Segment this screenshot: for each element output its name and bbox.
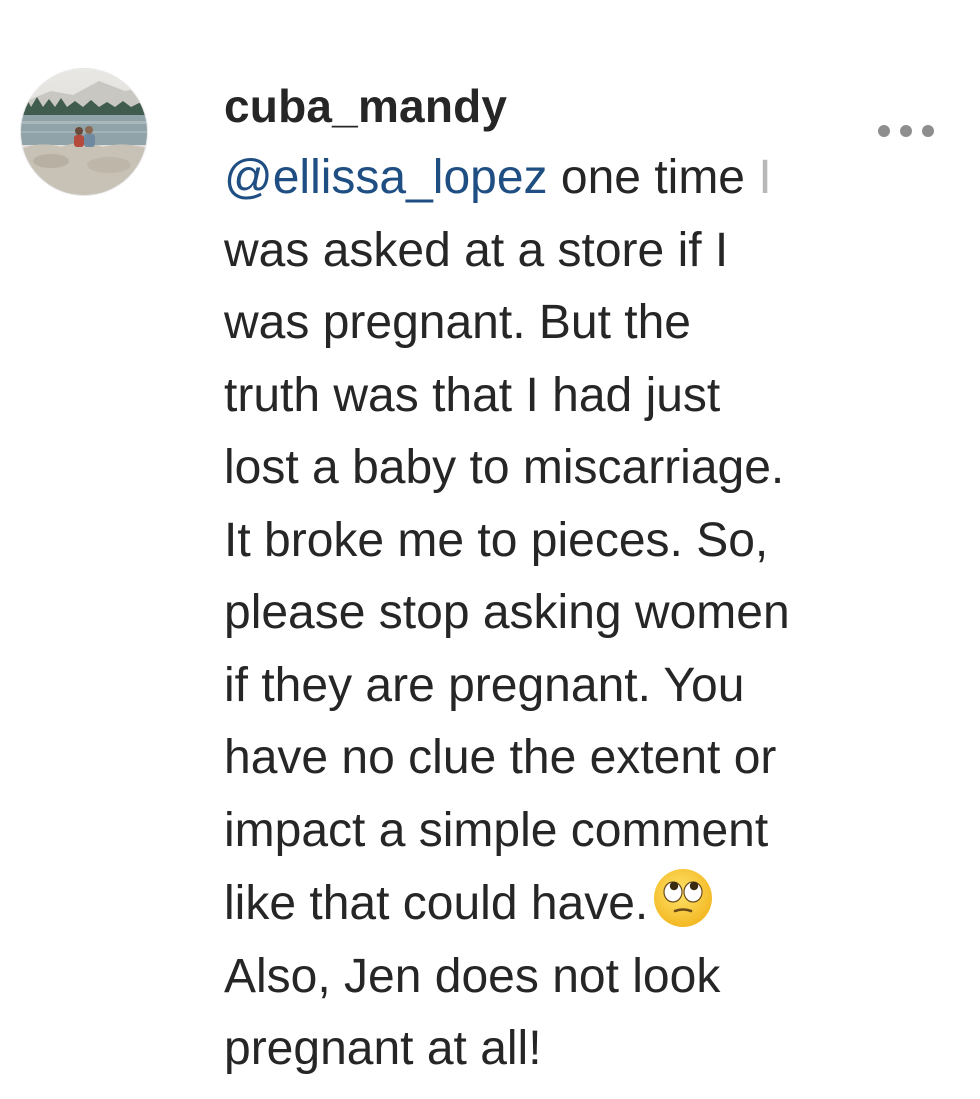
comment-line: It broke me to pieces. So, [224, 513, 769, 567]
comment-line: if they are pregnant. You [224, 658, 745, 712]
comment-line: please stop asking women [224, 586, 790, 639]
comment-line: lost a baby to miscarriage. [224, 441, 785, 494]
dot [878, 125, 890, 137]
comment-line-with-emoji: like that could have. [224, 867, 914, 941]
comment-line-1-text: one time [547, 151, 745, 204]
comment-line-text: like that could have. [224, 877, 649, 930]
comment-line: have no clue the extent or [224, 731, 777, 784]
comment-line: was pregnant. But the [224, 296, 691, 349]
comment-line: truth was that I had just [224, 368, 721, 422]
avatar-photo [21, 69, 147, 195]
comment-line: impact a simple comment [224, 803, 769, 857]
avatar[interactable] [20, 68, 148, 196]
dot [922, 125, 934, 137]
comment-line: was asked at a store if I [224, 223, 729, 277]
comment-content: cuba_mandy @ellissa_lopez one time I was… [224, 74, 914, 1086]
dot [900, 125, 912, 137]
comment-line: Also, Jen does not look [224, 949, 721, 1003]
mention-link[interactable]: @ellissa_lopez [224, 151, 548, 204]
comment-line-1: @ellissa_lopez one time I [224, 142, 914, 215]
comment-line-1-tail: I [745, 151, 772, 204]
comment-username[interactable]: cuba_mandy [224, 74, 914, 138]
comment-text: @ellissa_lopez one time I was asked at a… [224, 142, 914, 1086]
rolling-eyes-emoji-icon [652, 867, 714, 929]
more-options-icon[interactable] [874, 118, 938, 144]
comment-line: pregnant at all! [224, 1022, 542, 1075]
comment-item: cuba_mandy @ellissa_lopez one time I was… [0, 0, 980, 1099]
